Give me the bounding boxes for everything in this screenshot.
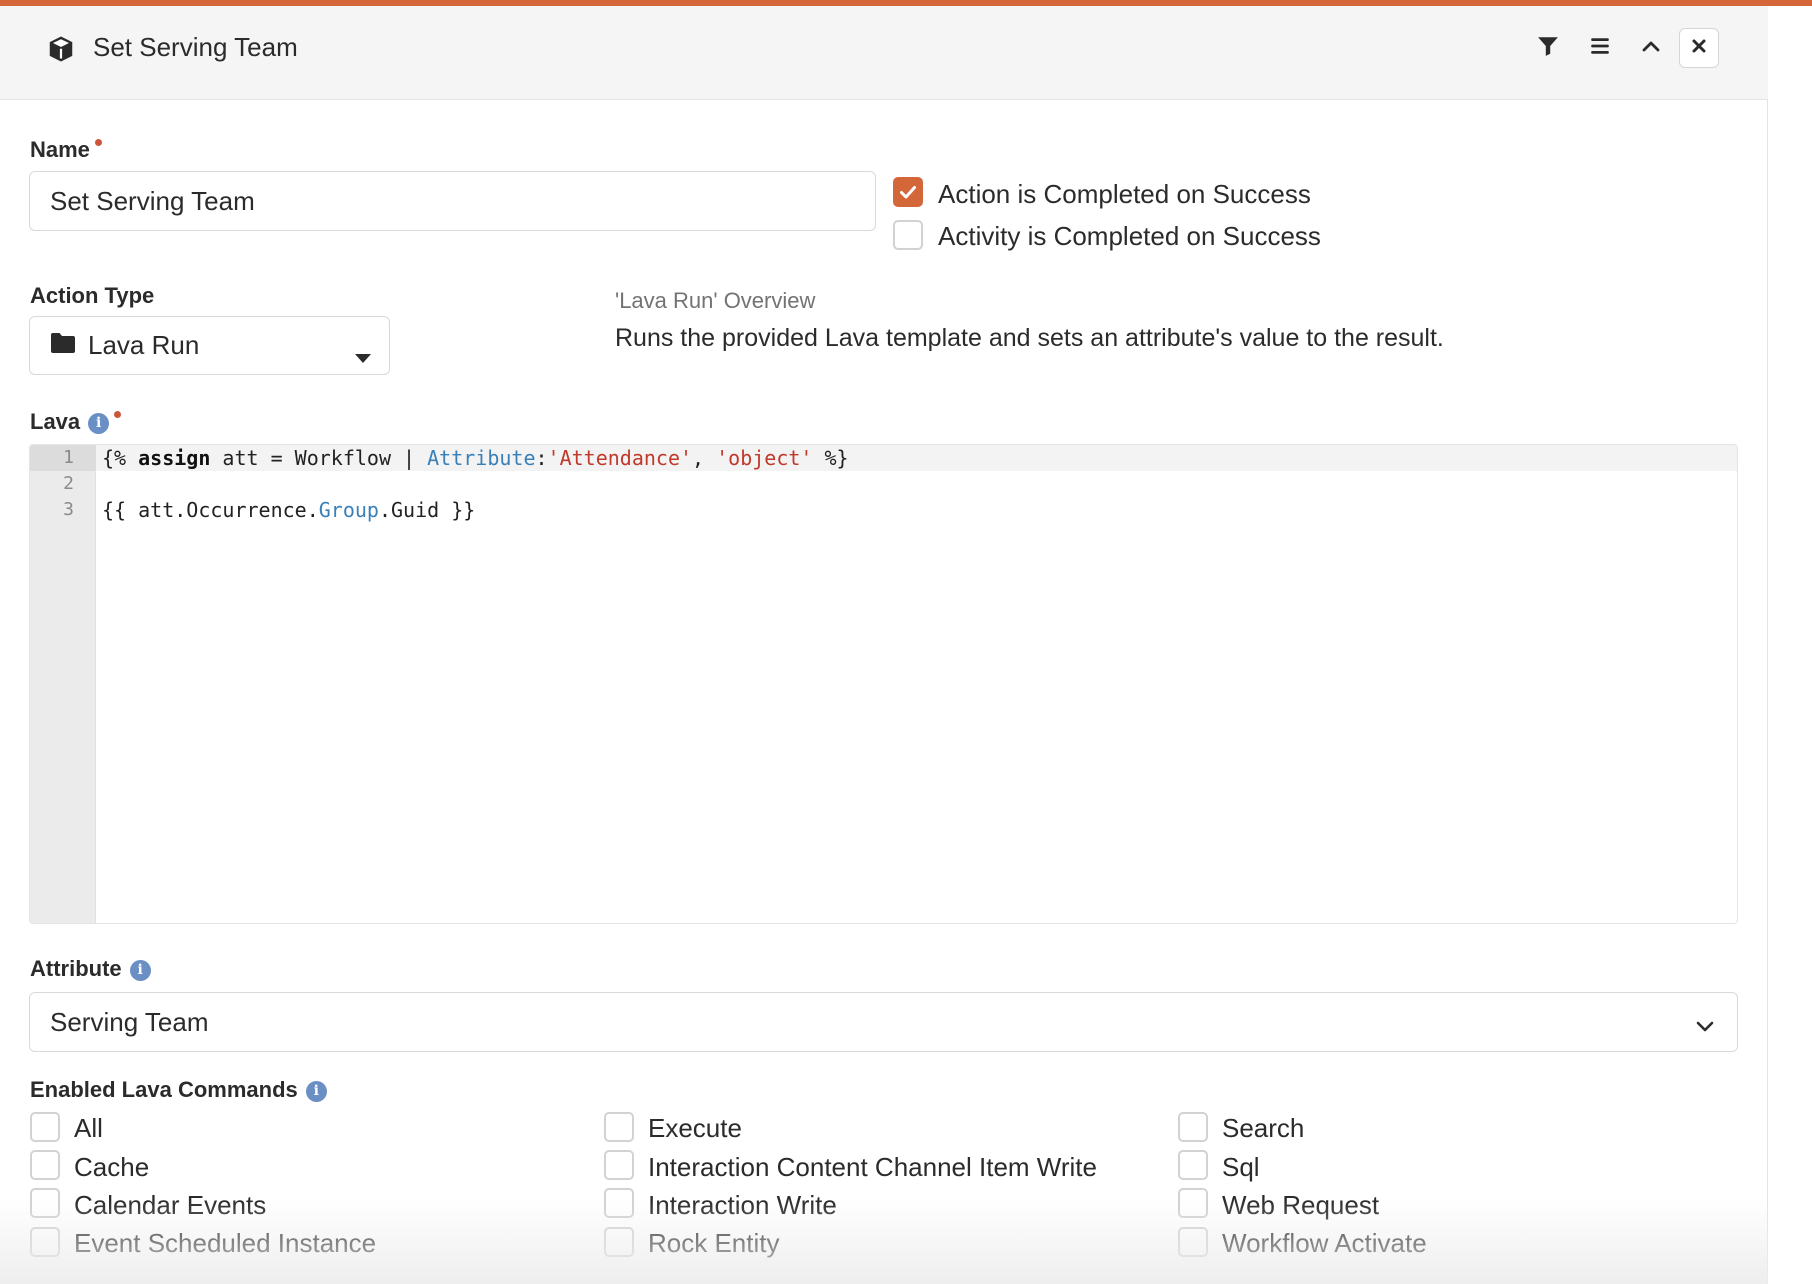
line-number: 2 — [63, 473, 74, 494]
panel-title: Set Serving Team — [93, 32, 298, 62]
required-indicator — [114, 411, 122, 418]
panel-header: Set Serving Team — [0, 6, 1768, 100]
overview-text: Runs the provided Lava template and sets… — [615, 324, 1444, 352]
command-label[interactable]: Interaction Write — [648, 1190, 837, 1221]
action-type-label: Action Type — [30, 283, 155, 308]
command-checkbox[interactable] — [30, 1150, 60, 1180]
lava-commands-label: Enabled Lava Commands i — [30, 1077, 327, 1103]
code-line-3: {{ att.Occurrence.Group.Guid }} — [102, 498, 476, 522]
command-label[interactable]: Cache — [74, 1152, 149, 1183]
command-checkbox[interactable] — [604, 1227, 634, 1257]
attribute-label: Attribute i — [30, 956, 151, 982]
cube-icon — [46, 34, 76, 64]
command-label[interactable]: Event Scheduled Instance — [74, 1228, 376, 1259]
action-completed-checkbox[interactable] — [893, 177, 923, 207]
close-button[interactable] — [1679, 28, 1719, 68]
code-line-1: {% assign att = Workflow | Attribute:'At… — [102, 446, 849, 470]
filter-icon — [1537, 35, 1559, 62]
menu-icon — [1589, 35, 1611, 62]
command-checkbox[interactable] — [604, 1150, 634, 1180]
caret-down-icon — [355, 340, 371, 371]
activity-completed-checkbox[interactable] — [893, 220, 923, 250]
action-type-value: Lava Run — [88, 330, 200, 360]
command-label[interactable]: Search — [1222, 1113, 1304, 1144]
chevron-down-icon — [1695, 1013, 1715, 1044]
line-number: 1 — [63, 447, 74, 468]
command-label[interactable]: Web Request — [1222, 1190, 1379, 1221]
lava-label: Lava i — [30, 409, 122, 435]
close-icon — [1691, 38, 1707, 59]
chevron-up-icon — [1641, 36, 1661, 61]
command-label[interactable]: Interaction Content Channel Item Write — [648, 1152, 1097, 1183]
required-indicator — [94, 139, 102, 146]
info-icon[interactable]: i — [129, 959, 151, 981]
command-label[interactable]: All — [74, 1113, 103, 1144]
command-checkbox[interactable] — [30, 1112, 60, 1142]
info-icon[interactable]: i — [305, 1080, 327, 1102]
lava-code-editor[interactable]: 1 2 3 {% assign att = Workflow | Attribu… — [29, 444, 1738, 924]
command-checkbox[interactable] — [1178, 1227, 1208, 1257]
command-checkbox[interactable] — [1178, 1188, 1208, 1218]
filter-button[interactable] — [1528, 28, 1568, 68]
command-label[interactable]: Execute — [648, 1113, 742, 1144]
action-panel: Set Serving Team Name Set Serving Team A… — [0, 6, 1768, 1284]
attribute-value: Serving Team — [50, 1006, 209, 1037]
command-label[interactable]: Rock Entity — [648, 1228, 780, 1259]
action-type-select[interactable]: Lava Run — [29, 316, 390, 375]
command-label[interactable]: Workflow Activate — [1222, 1228, 1427, 1259]
menu-button[interactable] — [1580, 28, 1620, 68]
command-checkbox[interactable] — [30, 1188, 60, 1218]
name-input[interactable]: Set Serving Team — [29, 171, 876, 231]
check-icon — [895, 186, 921, 209]
command-checkbox[interactable] — [1178, 1112, 1208, 1142]
command-checkbox[interactable] — [30, 1227, 60, 1257]
command-checkbox[interactable] — [1178, 1150, 1208, 1180]
attribute-select[interactable]: Serving Team — [29, 992, 1738, 1052]
collapse-button[interactable] — [1631, 28, 1671, 68]
overview-title: 'Lava Run' Overview — [615, 288, 816, 313]
command-label[interactable]: Sql — [1222, 1152, 1260, 1183]
folder-icon — [50, 330, 76, 361]
name-label: Name — [30, 137, 102, 163]
info-icon[interactable]: i — [88, 412, 110, 434]
line-number: 3 — [63, 499, 74, 520]
command-label[interactable]: Calendar Events — [74, 1190, 266, 1221]
activity-completed-label[interactable]: Activity is Completed on Success — [938, 221, 1321, 252]
command-checkbox[interactable] — [604, 1188, 634, 1218]
action-completed-label[interactable]: Action is Completed on Success — [938, 179, 1311, 210]
command-checkbox[interactable] — [604, 1112, 634, 1142]
name-input-value: Set Serving Team — [50, 185, 255, 216]
